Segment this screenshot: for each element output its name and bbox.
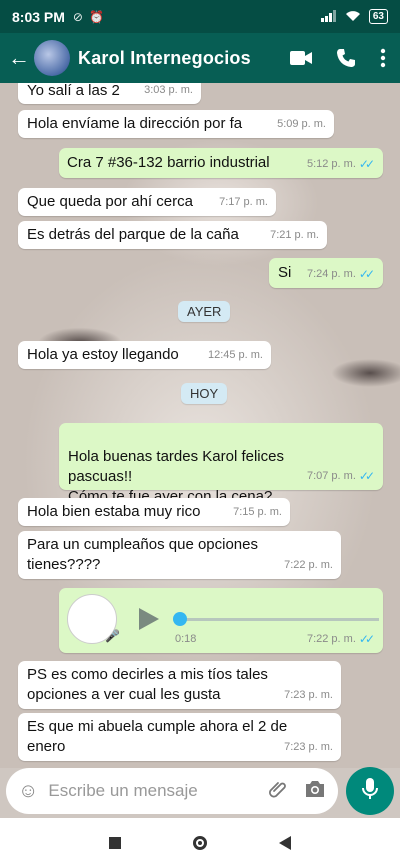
message-text: Hola buenas tardes Karol felices pascuas…	[68, 448, 284, 505]
message-input[interactable]: Escribe un mensaje	[48, 781, 252, 801]
message-time: 5:12 p. m. ✓✓	[307, 154, 375, 174]
play-icon[interactable]	[139, 608, 159, 630]
microphone-icon: 🎤	[105, 629, 120, 643]
read-ticks-icon: ✓✓	[358, 267, 375, 281]
message-bubble-incoming[interactable]: Para un cumpleaños que opciones tienes??…	[18, 531, 341, 579]
message-bubble-outgoing[interactable]: Cra 7 #36-132 barrio industrial 5:12 p. …	[59, 148, 383, 178]
status-right: 63	[320, 9, 388, 25]
message-text: PS es como decirles a mis tíos tales opc…	[27, 666, 268, 703]
alarm-icon: ⏰	[88, 9, 104, 24]
message-time: 7:24 p. m. ✓✓	[307, 264, 375, 284]
voice-message-bubble[interactable]: 🎤 0:18 7:22 p. m. ✓✓	[59, 588, 383, 653]
battery-icon: 63	[368, 9, 388, 24]
message-time: 5:09 p. m.	[277, 118, 326, 130]
message-time: 7:23 p. m.	[284, 741, 333, 753]
mute-icon: ⊘	[72, 9, 83, 24]
message-time: 7:15 p. m.	[233, 506, 282, 518]
message-time: 12:45 p. m.	[207, 349, 263, 361]
message-composer: ☺ Escribe un mensaje	[6, 768, 338, 814]
message-text: Hola ya estoy llegando	[27, 346, 179, 363]
read-ticks-icon: ✓✓	[358, 157, 375, 171]
message-bubble-incoming[interactable]: Es que mi abuela cumple ahora el 2 de en…	[18, 713, 341, 761]
back-icon[interactable]	[279, 835, 291, 850]
message-text: Para un cumpleaños que opciones tienes??…	[27, 536, 258, 573]
status-bar: 8:03 PM ⊘ ⏰ 63	[0, 0, 400, 33]
arrow-left-icon[interactable]: ←	[8, 45, 30, 71]
message-time: 7:07 p. m. ✓✓	[307, 466, 375, 486]
more-vertical-icon[interactable]	[380, 48, 386, 68]
message-bubble-outgoing[interactable]: Si 7:24 p. m. ✓✓	[269, 258, 383, 288]
audio-progress-knob[interactable]	[173, 612, 187, 626]
message-text: Cra 7 #36-132 barrio industrial	[67, 154, 270, 171]
home-icon[interactable]	[193, 835, 207, 850]
message-text: Es detrás del parque de la caña	[27, 226, 239, 243]
microphone-icon	[361, 777, 379, 806]
audio-duration: 0:18	[175, 633, 197, 645]
chat-area[interactable]: Yo salí a las 2 3:03 p. m. Hola envíame …	[0, 83, 400, 768]
wifi-icon	[345, 9, 361, 25]
message-bubble-incoming[interactable]: PS es como decirles a mis tíos tales opc…	[18, 661, 341, 709]
read-ticks-icon: ✓✓	[358, 469, 375, 483]
chat-header: ← Karol Internegocios	[0, 33, 400, 83]
record-voice-button[interactable]	[346, 767, 394, 815]
message-bubble-incoming[interactable]: Que queda por ahí cerca 7:17 p. m.	[18, 188, 276, 216]
message-time: 7:22 p. m.	[284, 559, 333, 571]
message-text: Hola bien estaba muy rico	[27, 503, 201, 520]
read-ticks-icon: ✓✓	[358, 632, 375, 646]
header-actions	[290, 48, 386, 68]
message-bubble-incoming[interactable]: Es detrás del parque de la caña 7:21 p. …	[18, 221, 327, 249]
battery-level: 63	[372, 11, 384, 22]
message-bubble-incoming[interactable]: Hola ya estoy llegando 12:45 p. m.	[18, 341, 271, 369]
phone-icon[interactable]	[336, 48, 356, 68]
signal-icon	[320, 9, 337, 25]
message-text: Que queda por ahí cerca	[27, 193, 193, 210]
paperclip-icon[interactable]	[268, 779, 288, 804]
contact-name[interactable]: Karol Internegocios	[78, 48, 251, 69]
message-text: Yo salí a las 2	[27, 83, 120, 99]
system-navigation-bar	[0, 818, 400, 867]
recents-icon[interactable]	[109, 836, 121, 849]
avatar[interactable]	[34, 40, 70, 76]
message-bubble-incoming[interactable]: Hola bien estaba muy rico 7:15 p. m.	[18, 498, 290, 526]
day-separator: AYER	[178, 301, 231, 322]
status-time: 8:03 PM	[12, 8, 65, 25]
day-separator: HOY	[181, 383, 228, 404]
message-time: 3:03 p. m.	[144, 84, 193, 96]
message-text: Si	[278, 264, 292, 281]
camera-icon[interactable]	[304, 780, 326, 803]
message-bubble-incoming[interactable]: Yo salí a las 2 3:03 p. m.	[18, 83, 201, 104]
message-bubble-outgoing[interactable]: Hola buenas tardes Karol felices pascuas…	[59, 423, 383, 505]
message-text: Hola envíame la dirección por fa	[27, 115, 243, 132]
message-time: 7:17 p. m.	[219, 196, 268, 208]
message-time: 7:22 p. m. ✓✓	[307, 629, 375, 649]
message-time: 7:23 p. m.	[284, 689, 333, 701]
video-camera-icon[interactable]	[290, 50, 312, 66]
message-bubble-incoming[interactable]: Hola envíame la dirección por fa 5:09 p.…	[18, 110, 334, 138]
emoji-icon[interactable]: ☺	[18, 780, 38, 803]
message-text: Es que mi abuela cumple ahora el 2 de en…	[27, 718, 288, 755]
audio-progress-track[interactable]	[179, 618, 379, 621]
message-time: 7:21 p. m.	[270, 229, 319, 241]
